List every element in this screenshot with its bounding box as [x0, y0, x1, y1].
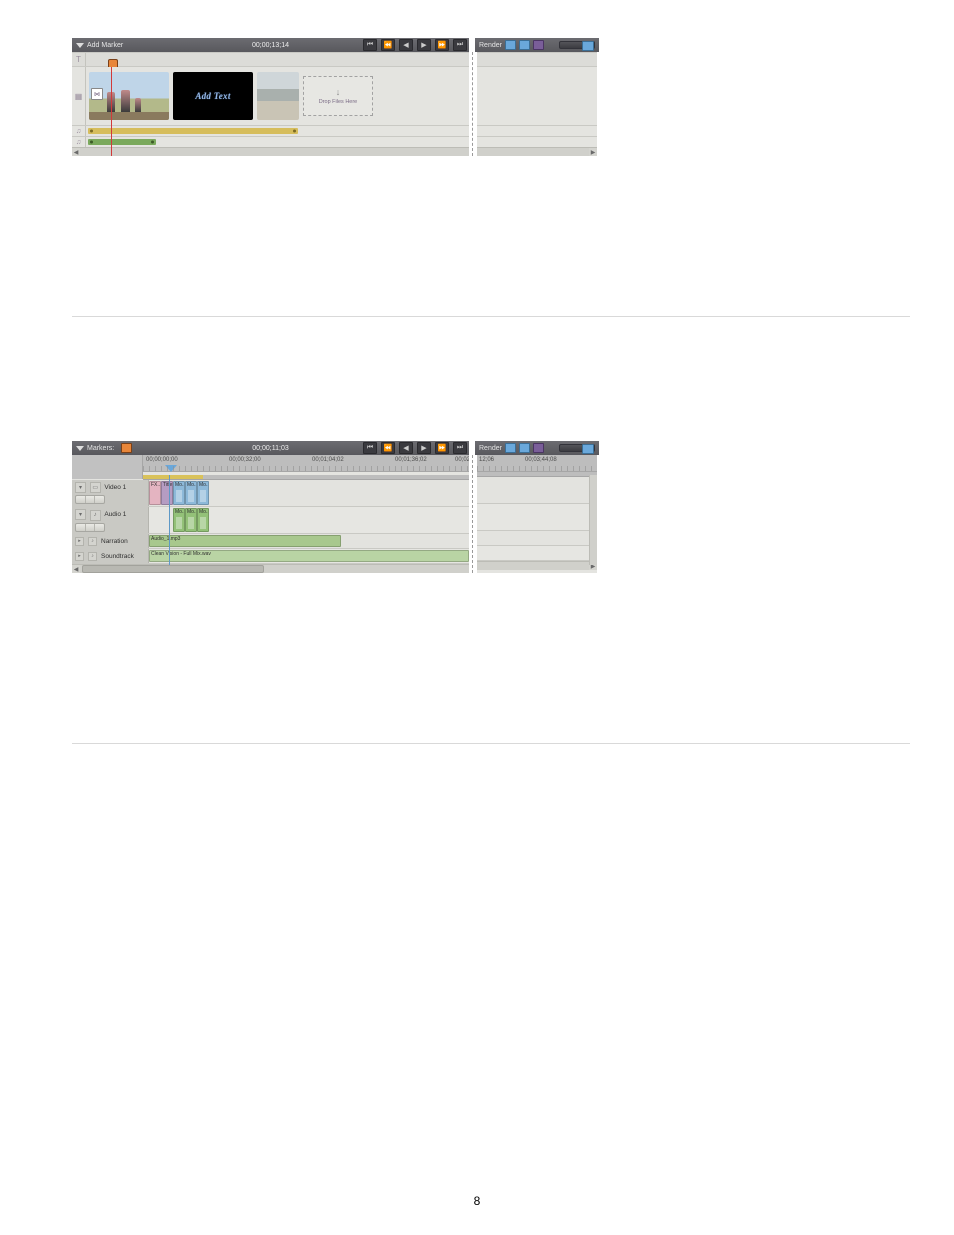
render-label[interactable]: Render — [479, 445, 502, 452]
scroll-left-button[interactable]: ◀ — [72, 148, 80, 156]
soundtrack-lane[interactable]: Clean Vision - Full Mix.wav — [149, 549, 469, 563]
soundtrack-track[interactable]: ♫ — [72, 136, 469, 147]
render-wab-button[interactable] — [505, 40, 516, 50]
video-clip[interactable]: FX... — [149, 481, 161, 505]
audio-icon: ♫ — [76, 139, 81, 146]
storyboard-pane: T ▦ ⋈ Add Text — [72, 52, 469, 156]
track-mute-button[interactable]: ♪ — [90, 510, 101, 521]
titles-track[interactable]: T — [72, 52, 469, 67]
audio-clip[interactable]: Clean Vision - Full Mix.wav — [149, 550, 469, 562]
track-mute-button[interactable]: ♪ — [88, 552, 97, 561]
render-effects-button[interactable] — [533, 443, 544, 453]
track-mute-button[interactable]: ♪ — [88, 537, 97, 546]
ruler-tick: 00;00;32;00 — [229, 457, 261, 463]
audio-clip[interactable]: Mo... — [173, 508, 185, 532]
ruler-tick: 12;06 — [479, 457, 494, 463]
ruler-tick: 00;01;04;02 — [312, 457, 344, 463]
ruler-tick: 00;01;36;02 — [395, 457, 427, 463]
soundtrack-clip[interactable] — [88, 139, 156, 145]
timeline-scrollbar[interactable]: ◀ — [72, 564, 469, 573]
track-collapse-button[interactable]: ▾ — [75, 509, 86, 520]
titles-track-icon: T — [76, 55, 81, 64]
track-name: Video 1 — [104, 484, 126, 491]
video-clip[interactable]: Mo... — [185, 481, 197, 505]
audio-lane[interactable]: Mo... Mo... Mo... — [149, 507, 469, 533]
track-collapse-button[interactable]: ▾ — [75, 482, 86, 493]
scroll-left-button[interactable]: ◀ — [72, 565, 80, 573]
track-options-buttons[interactable] — [75, 495, 105, 504]
video-clip[interactable]: Title — [161, 481, 173, 505]
zoom-slider[interactable] — [559, 444, 595, 452]
audio-icon: ♫ — [76, 128, 81, 135]
drop-files-label: Drop Files Here — [319, 99, 358, 105]
scroll-right-button[interactable]: ▶ — [589, 148, 597, 156]
track-name: Narration — [101, 538, 128, 545]
render-label[interactable]: Render — [479, 42, 502, 49]
scene-track[interactable]: ▦ ⋈ Add Text ↓ D — [72, 67, 469, 125]
track-name: Soundtrack — [101, 553, 134, 560]
time-ruler[interactable]: 12;06 00;03;44;08 — [477, 455, 597, 472]
render-all-button[interactable] — [519, 443, 530, 453]
track-video-1: ▾ ▭ Video 1 FX... Title Mo... Mo... Mo..… — [72, 480, 469, 507]
zoom-slider[interactable] — [559, 41, 595, 49]
track-options-buttons[interactable] — [75, 523, 105, 532]
quickview-timeline: Add Marker 00;00;13;14 ⏮ ⏪ ◀ ▶ ⏩ ⏭ Rend — [72, 38, 597, 156]
render-wab-button[interactable] — [505, 443, 516, 453]
track-audio-1: ▾ ♪ Audio 1 Mo... Mo... Mo... — [72, 507, 469, 534]
timecode-display: 00;00;11;03 — [72, 445, 469, 452]
track-narration: ▸ ♪ Narration Audio_1.mp3 — [72, 534, 469, 549]
track-soundtrack: ▸ ♪ Soundtrack Clean Vision - Full Mix.w… — [72, 549, 469, 564]
ruler-tick: 00;00;00;00 — [146, 457, 178, 463]
timeline-scrollbar[interactable]: ◀ — [72, 147, 469, 156]
track-name: Audio 1 — [104, 511, 126, 518]
track-collapse-button[interactable]: ▸ — [75, 552, 84, 561]
track-visibility-button[interactable]: ▭ — [90, 482, 101, 493]
scene-track-icon: ▦ — [75, 92, 83, 101]
render-toolbar: Render — [475, 38, 599, 52]
time-ruler[interactable]: 00;00;00;00 00;00;32;00 00;01;04;02 00;0… — [143, 455, 469, 472]
timeline-pane: 00;00;00;00 00;00;32;00 00;01;04;02 00;0… — [72, 455, 469, 573]
ruler-tick: 00;03;44;08 — [525, 457, 557, 463]
render-toolbar: Render — [475, 441, 599, 455]
video-lane[interactable]: FX... Title Mo... Mo... Mo... — [149, 480, 469, 506]
render-all-button[interactable] — [519, 40, 530, 50]
add-text-label: Add Text — [195, 91, 230, 101]
storyboard-pane-right: ▶ — [477, 52, 597, 156]
page-number: 8 — [0, 1194, 954, 1208]
timeline-pane-right: 12;06 00;03;44;08 ▶ — [477, 455, 597, 573]
audio-clip[interactable]: Audio_1.mp3 — [149, 535, 341, 547]
drop-files-target[interactable]: ↓ Drop Files Here — [303, 76, 373, 116]
clip-transition-icon[interactable]: ⋈ — [91, 88, 103, 100]
narration-clip[interactable] — [88, 128, 298, 134]
timecode-display: 00;00;13;14 — [72, 42, 469, 49]
narration-lane[interactable]: Audio_1.mp3 — [149, 534, 469, 548]
expert-timeline: Markers: 00;00;11;03 ⏮ ⏪ ◀ ▶ ⏩ ⏭ Re — [72, 441, 597, 573]
download-icon: ↓ — [336, 88, 341, 97]
vertical-scrollbar[interactable] — [589, 475, 597, 565]
clip-thumbnail[interactable] — [257, 72, 299, 120]
render-effects-button[interactable] — [533, 40, 544, 50]
narration-track[interactable]: ♫ — [72, 125, 469, 136]
audio-clip[interactable]: Mo... — [197, 508, 209, 532]
scrollbar-thumb[interactable] — [82, 565, 264, 573]
title-clip-thumbnail[interactable]: Add Text — [173, 72, 253, 120]
clip-thumbnail[interactable]: ⋈ — [89, 72, 169, 120]
video-clip[interactable]: Mo... — [173, 481, 185, 505]
audio-clip[interactable]: Mo... — [185, 508, 197, 532]
track-collapse-button[interactable]: ▸ — [75, 537, 84, 546]
video-clip[interactable]: Mo... — [197, 481, 209, 505]
